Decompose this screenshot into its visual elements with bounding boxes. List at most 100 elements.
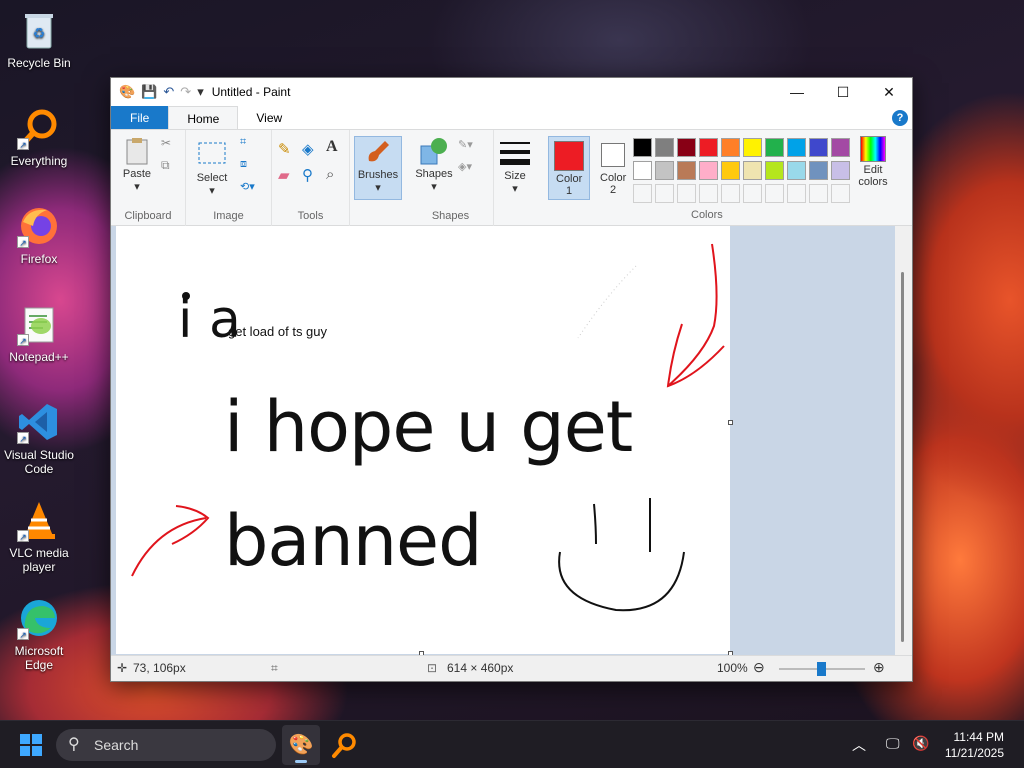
- palette-color-swatch[interactable]: [721, 161, 740, 180]
- help-icon[interactable]: ?: [892, 110, 908, 126]
- fill-icon[interactable]: ◈: [302, 140, 314, 158]
- search-icon: ⚲: [68, 736, 80, 753]
- palette-color-swatch[interactable]: [677, 138, 696, 157]
- desktop-icon-recycle-bin[interactable]: ♻ Recycle Bin: [4, 8, 74, 70]
- palette-color-swatch[interactable]: [765, 138, 784, 157]
- desktop-icon-notepadpp[interactable]: ↗ Notepad++: [4, 302, 74, 364]
- zoom-slider-thumb[interactable]: [817, 662, 826, 676]
- redo-icon[interactable]: ↷: [180, 84, 191, 100]
- magnifier-icon[interactable]: ⌕: [326, 166, 334, 183]
- show-hidden-icons-button[interactable]: ︿: [852, 735, 866, 755]
- palette-color-swatch[interactable]: [655, 161, 674, 180]
- tab-view[interactable]: View: [238, 106, 300, 129]
- time: 11:44 PM: [953, 730, 1004, 744]
- palette-empty-swatch[interactable]: [633, 184, 652, 203]
- outline-icon[interactable]: ✎▾: [458, 138, 473, 151]
- group-image: Select ▾ ⌗ ⧈ ⟲▾ Image: [186, 130, 272, 226]
- zoom-in-button[interactable]: ⊕: [873, 659, 885, 676]
- shapes-button[interactable]: Shapes ▾: [414, 136, 454, 193]
- palette-color-swatch[interactable]: [721, 138, 740, 157]
- desktop-icon-firefox[interactable]: ↗ Firefox: [4, 204, 74, 266]
- select-button[interactable]: Select ▾: [194, 140, 230, 197]
- tab-home[interactable]: Home: [168, 106, 239, 129]
- rotate-icon[interactable]: ⟲▾: [240, 180, 255, 193]
- palette-color-swatch[interactable]: [677, 161, 696, 180]
- palette-color-swatch[interactable]: [809, 161, 828, 180]
- close-button[interactable]: ✕: [866, 78, 912, 106]
- palette-empty-swatch[interactable]: [677, 184, 696, 203]
- canvas-resize-handle[interactable]: [728, 420, 733, 425]
- status-bar: ✛ 73, 106px ⌗ ⊡ 614 × 460px 100% ⊖ ⊕: [111, 655, 912, 681]
- edit-colors-button[interactable]: Edit colors: [853, 136, 893, 188]
- palette-color-swatch[interactable]: [831, 161, 850, 180]
- vertical-scrollbar[interactable]: [895, 226, 912, 657]
- taskbar: ⚲ Search 🎨 ︿ 🖵 🔇 11:44 PM 11/21/2025: [0, 720, 1024, 768]
- palette-empty-swatch[interactable]: [809, 184, 828, 203]
- desktop-icon-vlc[interactable]: ↗ VLC media player: [4, 498, 74, 574]
- palette-color-swatch[interactable]: [633, 138, 652, 157]
- network-icon[interactable]: 🖵: [886, 735, 900, 752]
- palette-empty-swatch[interactable]: [721, 184, 740, 203]
- canvas-size: 614 × 460px: [447, 661, 514, 675]
- group-label: Tools: [297, 210, 324, 222]
- pencil-icon[interactable]: ✎: [278, 140, 291, 158]
- desktop-icon-everything[interactable]: ↗ Everything: [4, 106, 74, 168]
- taskbar-paint-button[interactable]: 🎨: [282, 725, 320, 765]
- size-button[interactable]: Size ▾: [497, 138, 533, 195]
- minimize-button[interactable]: —: [774, 78, 820, 106]
- palette-color-swatch[interactable]: [699, 138, 718, 157]
- palette-color-swatch[interactable]: [699, 161, 718, 180]
- clock[interactable]: 11:44 PM 11/21/2025: [945, 729, 1004, 761]
- palette-empty-swatch[interactable]: [743, 184, 762, 203]
- palette-color-swatch[interactable]: [743, 161, 762, 180]
- undo-icon[interactable]: ↶: [163, 84, 174, 100]
- desktop-icon-vscode[interactable]: ↗ Visual Studio Code: [4, 400, 74, 476]
- taskbar-everything-button[interactable]: [330, 731, 358, 759]
- palette-empty-swatch[interactable]: [831, 184, 850, 203]
- brush-icon: [363, 137, 393, 167]
- maximize-button[interactable]: ☐: [820, 78, 866, 106]
- desktop-icon-label: Microsoft Edge: [14, 644, 64, 672]
- group-label: Shapes: [431, 210, 470, 222]
- save-icon[interactable]: 💾: [141, 84, 157, 100]
- color-picker-icon[interactable]: ⚲: [302, 166, 313, 184]
- text-icon[interactable]: A: [326, 138, 338, 156]
- tab-file[interactable]: File: [111, 106, 169, 129]
- palette-color-swatch[interactable]: [743, 138, 762, 157]
- zoom-level: 100%: [717, 661, 748, 675]
- start-button[interactable]: [20, 734, 42, 756]
- paste-button[interactable]: Paste ▾: [117, 136, 157, 193]
- zoom-slider[interactable]: [779, 662, 865, 676]
- palette-color-swatch[interactable]: [765, 161, 784, 180]
- zoom-out-button[interactable]: ⊖: [753, 659, 765, 676]
- shortcut-arrow-icon: ↗: [17, 334, 29, 346]
- palette-color-swatch[interactable]: [633, 161, 652, 180]
- palette-empty-swatch[interactable]: [765, 184, 784, 203]
- resize-icon[interactable]: ⧈: [240, 158, 247, 171]
- selection-size-icon: ⌗: [271, 661, 278, 675]
- palette-color-swatch[interactable]: [831, 138, 850, 157]
- eraser-icon[interactable]: ▰: [278, 166, 290, 184]
- line-size-icon: [500, 138, 530, 168]
- palette-empty-swatch[interactable]: [655, 184, 674, 203]
- brushes-button[interactable]: Brushes ▾: [354, 136, 402, 200]
- copy-icon[interactable]: ⧉: [161, 158, 170, 173]
- color2-button[interactable]: Color 2: [592, 136, 634, 196]
- taskbar-search[interactable]: ⚲ Search: [56, 729, 276, 761]
- crop-icon[interactable]: ⌗: [240, 136, 246, 149]
- desktop-icon-label: Visual Studio Code: [4, 448, 74, 476]
- palette-empty-swatch[interactable]: [787, 184, 806, 203]
- fill-shape-icon[interactable]: ◈▾: [458, 160, 472, 173]
- palette-color-swatch[interactable]: [787, 138, 806, 157]
- volume-muted-icon[interactable]: 🔇: [912, 735, 929, 752]
- customize-dropdown-icon[interactable]: ▾: [197, 84, 204, 100]
- palette-color-swatch[interactable]: [787, 161, 806, 180]
- drawing-canvas[interactable]: i a get load of ts guy i hope u get bann…: [116, 226, 730, 654]
- color1-button[interactable]: Color 1: [548, 136, 590, 200]
- cut-icon[interactable]: ✂: [161, 136, 171, 150]
- palette-empty-swatch[interactable]: [699, 184, 718, 203]
- palette-color-swatch[interactable]: [809, 138, 828, 157]
- desktop-icon-edge[interactable]: ↗ Microsoft Edge: [4, 596, 74, 672]
- clipboard-icon: [122, 136, 152, 166]
- palette-color-swatch[interactable]: [655, 138, 674, 157]
